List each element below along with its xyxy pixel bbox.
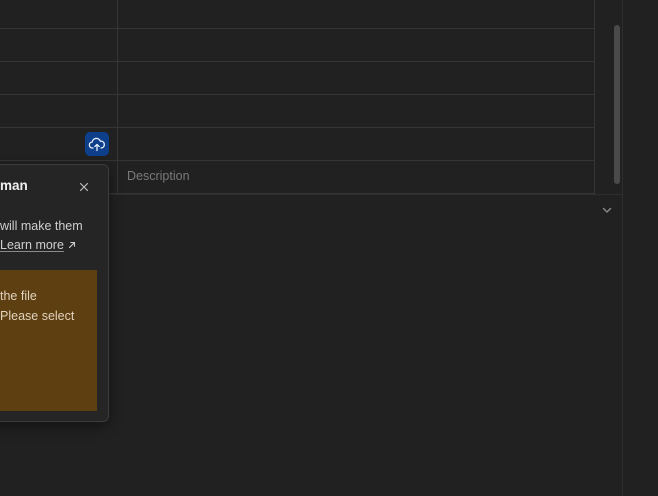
column-divider[interactable] xyxy=(117,0,118,194)
upload-button[interactable] xyxy=(85,132,109,156)
scrollbar-thumb[interactable] xyxy=(614,25,620,184)
learn-more-link[interactable]: Learn more xyxy=(0,236,77,254)
table-row[interactable] xyxy=(0,95,594,128)
learn-more-label[interactable]: Learn more xyxy=(0,236,64,254)
description-cell-placeholder[interactable]: Description xyxy=(127,168,190,184)
warning-text-line: Please select xyxy=(0,309,75,323)
cloud-upload-icon xyxy=(88,137,105,152)
table-row[interactable] xyxy=(0,62,594,95)
panel-right-edge xyxy=(622,0,623,496)
table-row[interactable] xyxy=(0,0,594,29)
external-arrow-icon xyxy=(68,241,75,249)
popover-body-text: will make them xyxy=(0,219,83,233)
close-icon[interactable] xyxy=(78,181,90,193)
popover-title: man xyxy=(0,178,28,193)
table-row[interactable] xyxy=(0,29,594,62)
app-root: Description man will make them Learn mor… xyxy=(0,0,658,496)
table-right-border xyxy=(594,0,595,194)
chevron-down-icon[interactable] xyxy=(600,203,614,217)
warning-text-line: the file xyxy=(0,289,37,303)
